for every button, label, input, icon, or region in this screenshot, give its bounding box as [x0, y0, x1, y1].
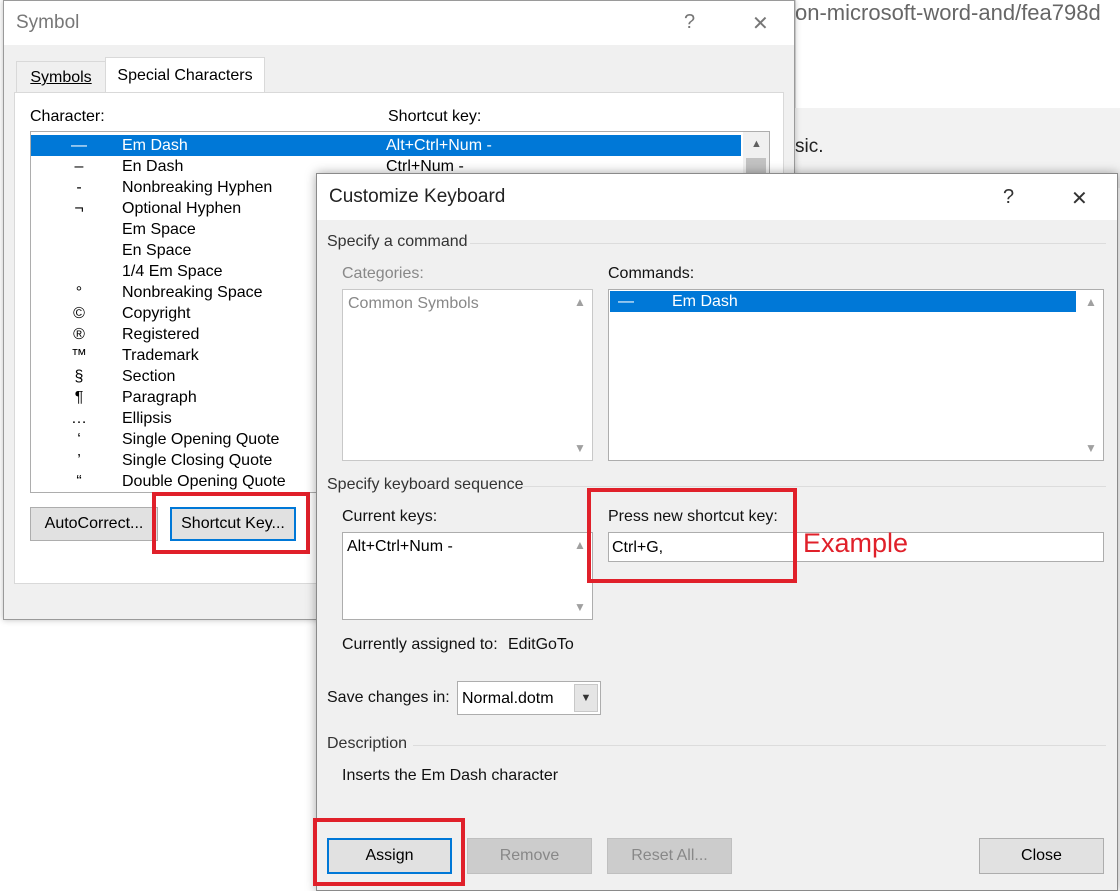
character-name: Ellipsis	[122, 410, 172, 427]
tab-special-characters[interactable]: Special Characters	[105, 57, 265, 94]
background-text: sic.	[795, 136, 824, 157]
example-annotation: Example	[803, 528, 909, 558]
divider	[522, 486, 1106, 487]
commands-label: Commands:	[608, 265, 695, 282]
save-changes-label: Save changes in:	[327, 689, 450, 706]
highlight-new-shortcut	[587, 488, 797, 583]
divider	[413, 745, 1106, 746]
commands-list[interactable]: — Em Dash ▲ ▼	[608, 289, 1104, 461]
save-changes-value: Normal.dotm	[462, 690, 554, 707]
character-name: Em Dash	[122, 137, 188, 154]
categories-label: Categories:	[342, 265, 424, 282]
character-shortcut: Alt+Ctrl+Num -	[386, 137, 492, 154]
description-text: Inserts the Em Dash character	[342, 767, 559, 784]
current-keys-label: Current keys:	[342, 508, 438, 525]
close-button[interactable]: Close	[979, 838, 1104, 874]
specify-sequence-header: Specify keyboard sequence	[327, 476, 524, 493]
character-name: Nonbreaking Space	[122, 284, 263, 301]
currently-assigned-value: EditGoTo	[508, 636, 574, 653]
help-icon[interactable]: ?	[1003, 186, 1014, 209]
scroll-down-icon[interactable]: ▼	[1084, 441, 1098, 455]
character-name: En Space	[122, 242, 192, 259]
list-item[interactable]: Common Symbols	[348, 293, 479, 314]
character-symbol: °	[75, 284, 83, 301]
save-changes-select[interactable]: Normal.dotm ▼	[457, 681, 601, 715]
character-symbol: -	[76, 179, 82, 196]
background-url-text: on-microsoft-word-and/fea798d	[795, 0, 1101, 25]
character-symbol: —	[71, 137, 87, 154]
command-symbol: —	[618, 293, 634, 310]
scroll-up-icon[interactable]: ▲	[1084, 295, 1098, 309]
symbol-titlebar: Symbol ? ✕	[4, 1, 794, 45]
command-name: Em Dash	[672, 293, 738, 310]
character-symbol: §	[74, 368, 84, 385]
character-name: Paragraph	[122, 389, 197, 406]
character-name: Copyright	[122, 305, 191, 322]
current-keys-list[interactable]: Alt+Ctrl+Num - ▲ ▼	[342, 532, 593, 620]
character-symbol: ©	[73, 305, 85, 322]
commands-scrollbar[interactable]: ▲ ▼	[1079, 290, 1103, 460]
scroll-up-icon[interactable]: ▲	[751, 138, 762, 150]
character-symbol: ’	[77, 452, 81, 469]
tab-symbols[interactable]: Symbols	[16, 61, 106, 94]
character-symbol: ‘	[77, 431, 81, 448]
list-item[interactable]: — Em Dash	[610, 291, 1076, 312]
tab-special-characters-label: Special Characters	[117, 67, 253, 84]
highlight-assign	[313, 818, 465, 886]
highlight-shortcut-key	[152, 492, 310, 554]
character-name: En Dash	[122, 158, 184, 175]
character-symbol: ¶	[74, 389, 84, 406]
character-name: Optional Hyphen	[122, 200, 242, 217]
currently-assigned-label: Currently assigned to:	[342, 636, 498, 653]
chevron-down-icon[interactable]: ▼	[574, 684, 598, 712]
character-symbol: “	[76, 473, 82, 490]
close-icon[interactable]: ✕	[1071, 186, 1088, 211]
remove-button-label: Remove	[499, 847, 560, 864]
divider	[470, 243, 1106, 244]
character-name: Em Space	[122, 221, 196, 238]
close-button-label: Close	[1021, 847, 1062, 864]
close-icon[interactable]: ✕	[752, 11, 769, 36]
scroll-up-icon[interactable]: ▲	[573, 538, 587, 552]
categories-scrollbar[interactable]: ▲ ▼	[568, 290, 592, 460]
character-symbol: ¬	[74, 200, 84, 217]
character-name: 1/4 Em Space	[122, 263, 223, 280]
character-symbol: –	[74, 158, 84, 175]
list-item[interactable]: Alt+Ctrl+Num -	[347, 536, 453, 557]
character-name: Nonbreaking Hyphen	[122, 179, 273, 196]
character-symbol: ™	[71, 347, 87, 364]
character-symbol: …	[71, 410, 87, 427]
character-name: Trademark	[122, 347, 199, 364]
character-name: Registered	[122, 326, 200, 343]
scroll-down-icon[interactable]: ▼	[573, 600, 587, 614]
character-symbol: ®	[73, 326, 85, 343]
help-icon[interactable]: ?	[684, 11, 695, 34]
tab-symbols-label: Symbols	[30, 69, 92, 86]
customize-keyboard-title: Customize Keyboard	[329, 186, 506, 207]
autocorrect-button-label: AutoCorrect...	[44, 515, 144, 532]
character-name: Single Opening Quote	[122, 431, 280, 448]
character-column-header: Character:	[30, 108, 105, 125]
remove-button[interactable]: Remove	[467, 838, 592, 874]
scroll-down-icon[interactable]: ▼	[573, 441, 587, 455]
list-item[interactable]: — Em Dash Alt+Ctrl+Num -	[31, 135, 741, 156]
character-name: Single Closing Quote	[122, 452, 273, 469]
reset-all-button[interactable]: Reset All...	[607, 838, 732, 874]
character-name: Section	[122, 368, 176, 385]
reset-all-button-label: Reset All...	[631, 847, 708, 864]
scroll-up-icon[interactable]: ▲	[573, 295, 587, 309]
symbol-dialog-title: Symbol	[16, 12, 80, 33]
shortcut-column-header: Shortcut key:	[388, 108, 482, 125]
description-header: Description	[327, 735, 408, 752]
specify-command-header: Specify a command	[327, 233, 468, 250]
autocorrect-button[interactable]: AutoCorrect...	[30, 507, 158, 541]
customize-keyboard-titlebar: Customize Keyboard ? ✕	[317, 174, 1117, 220]
character-name: Double Opening Quote	[122, 473, 286, 490]
categories-list[interactable]: Common Symbols ▲ ▼	[342, 289, 593, 461]
